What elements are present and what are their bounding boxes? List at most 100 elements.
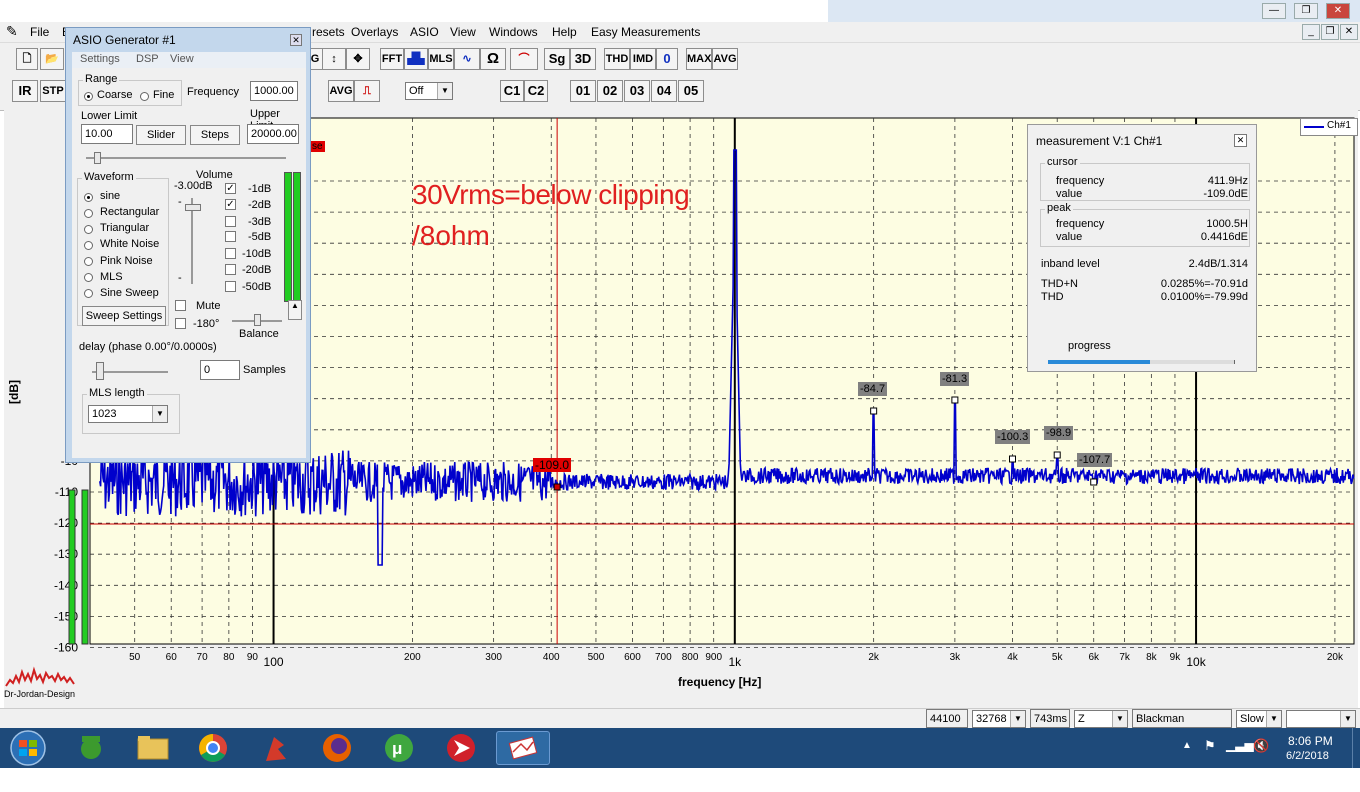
menu-windows[interactable]: Windows (489, 25, 538, 39)
upper-limit-input[interactable]: 20000.00 (247, 124, 299, 144)
mute-checkbox[interactable] (175, 300, 186, 311)
waveform-white-noise-radio[interactable] (84, 241, 93, 250)
chevron-down-icon[interactable]: ▼ (1010, 711, 1025, 727)
mdi-close-icon[interactable]: ✕ (1340, 24, 1358, 40)
frequency-slider-track[interactable] (86, 157, 286, 159)
fft-button[interactable]: FFT (380, 48, 404, 70)
sg-button[interactable]: Sg (544, 48, 570, 70)
stp-button[interactable]: STP (40, 80, 66, 102)
menu-help[interactable]: Help (552, 25, 577, 39)
step-50db-checkbox[interactable] (225, 281, 236, 292)
avg2-button[interactable]: AVG (328, 80, 354, 102)
tray-volume-muted-icon[interactable]: 🔇 (1253, 738, 1269, 754)
step-3db-checkbox[interactable] (225, 216, 236, 227)
taskbar-firefox-icon[interactable] (310, 731, 364, 765)
thd-button[interactable]: THD (604, 48, 630, 70)
restore-icon[interactable]: ❐ (1294, 3, 1318, 19)
taskbar-arta-app-icon[interactable] (496, 731, 550, 765)
delay-slider-thumb[interactable] (96, 362, 104, 380)
meter-scroll-handle[interactable]: ▲ (288, 300, 302, 320)
mdi-minimize-icon[interactable]: _ (1302, 24, 1320, 40)
3d-button[interactable]: 3D (570, 48, 596, 70)
new-icon[interactable]: 🗋 (16, 48, 38, 70)
balance-slider-thumb[interactable] (254, 314, 261, 326)
zero-button[interactable]: 0 (656, 48, 678, 70)
mdi-restore-icon[interactable]: ❐ (1321, 24, 1339, 40)
waveform-sine-radio[interactable] (84, 193, 93, 202)
tray-signal-icon[interactable]: ▁▃▅ (1226, 738, 1254, 752)
generator-menu-view[interactable]: View (170, 53, 194, 65)
step-1db-checkbox[interactable]: ✓ (225, 183, 236, 194)
menu-overlays[interactable]: Overlays (351, 25, 398, 39)
preset-01-button[interactable]: 01 (570, 80, 596, 102)
taskbar-red-arrow-app-icon[interactable] (434, 731, 488, 765)
minimize-icon[interactable]: — (1262, 3, 1286, 19)
lower-limit-input[interactable]: 10.00 (81, 124, 133, 144)
speed-select[interactable]: Slow ▼ (1236, 710, 1282, 728)
slider-button[interactable]: Slider (136, 125, 186, 145)
off-select[interactable]: Off ▼ (405, 82, 453, 100)
waveform-rectangular-radio[interactable] (84, 209, 93, 218)
step-20db-checkbox[interactable] (225, 264, 236, 275)
extra-select[interactable]: ▼ (1286, 710, 1356, 728)
tray-clock-time[interactable]: 8:06 PM (1288, 734, 1333, 748)
ir-button[interactable]: IR (12, 80, 38, 102)
wave-icon[interactable]: ∿ (454, 48, 480, 70)
step-10db-checkbox[interactable] (225, 248, 236, 259)
menu-presets[interactable]: resets (312, 25, 345, 39)
frequency-input[interactable]: 1000.00 (250, 81, 298, 101)
menu-view[interactable]: View (450, 25, 476, 39)
avg-button[interactable]: AVG (712, 48, 738, 70)
z-select[interactable]: Z ▼ (1074, 710, 1128, 728)
taskbar-bird-app-icon[interactable] (248, 731, 302, 765)
invert-checkbox[interactable] (175, 318, 186, 329)
c2-button[interactable]: C2 (524, 80, 548, 102)
open-icon[interactable]: 📂 (40, 48, 64, 70)
waveform-sine-sweep-radio[interactable] (84, 289, 93, 298)
waveform-pink-noise-radio[interactable] (84, 257, 93, 266)
taskbar-file-explorer-icon[interactable] (126, 731, 180, 765)
mls-length-select[interactable]: 1023 ▼ (88, 405, 168, 423)
chevron-down-icon[interactable]: ▼ (1266, 711, 1281, 727)
generator-menu-settings[interactable]: Settings (80, 53, 120, 65)
preset-03-button[interactable]: 03 (624, 80, 650, 102)
app-icon[interactable]: ✎ (6, 23, 18, 40)
fine-radio[interactable] (140, 92, 149, 101)
step-2db-checkbox[interactable]: ✓ (225, 199, 236, 210)
vertical-resize-icon[interactable]: ↕ (322, 48, 346, 70)
menu-file[interactable]: File (30, 25, 49, 39)
step-response-icon[interactable]: ⎍ (354, 80, 380, 102)
generator-close-icon[interactable]: ✕ (290, 34, 302, 46)
window-field[interactable]: Blackman (1132, 709, 1232, 728)
filter-response-icon[interactable]: ⌒ (510, 48, 538, 70)
taskbar-utorrent-icon[interactable]: μ (372, 731, 426, 765)
generator-menu-dsp[interactable]: DSP (136, 53, 159, 65)
tray-flag-icon[interactable]: ⚑ (1204, 738, 1216, 754)
taskbar-chrome-icon[interactable] (186, 731, 240, 765)
show-desktop-button[interactable] (1352, 728, 1360, 768)
measurement-close-icon[interactable]: ✕ (1234, 134, 1247, 147)
tray-clock-date[interactable]: 6/2/2018 (1286, 750, 1329, 762)
menu-easy-measurements[interactable]: Easy Measurements (591, 25, 700, 39)
move-icon[interactable]: ✥ (346, 48, 370, 70)
fft-size-select[interactable]: 32768 ▼ (972, 710, 1026, 728)
start-button[interactable] (4, 728, 52, 768)
sweep-settings-button[interactable]: Sweep Settings (82, 306, 166, 326)
menu-asio[interactable]: ASIO (410, 25, 439, 39)
mls-button[interactable]: MLS (428, 48, 454, 70)
spectrum-bars-icon[interactable]: ▟▙ (404, 48, 428, 70)
waveform-triangular-radio[interactable] (84, 225, 93, 234)
chevron-down-icon[interactable]: ▼ (1340, 711, 1355, 727)
volume-slider-thumb[interactable] (185, 204, 201, 211)
steps-button[interactable]: Steps (190, 125, 240, 145)
ohm-icon[interactable]: Ω (480, 48, 506, 70)
tray-show-hidden-icon[interactable]: ▲ (1182, 740, 1192, 751)
step-5db-checkbox[interactable] (225, 231, 236, 242)
coarse-radio[interactable] (84, 92, 93, 101)
waveform-mls-radio[interactable] (84, 273, 93, 282)
close-icon[interactable]: ✕ (1326, 3, 1350, 19)
preset-04-button[interactable]: 04 (651, 80, 677, 102)
c1-button[interactable]: C1 (500, 80, 524, 102)
samples-input[interactable]: 0 (200, 360, 240, 380)
chevron-down-icon[interactable]: ▼ (437, 83, 452, 99)
